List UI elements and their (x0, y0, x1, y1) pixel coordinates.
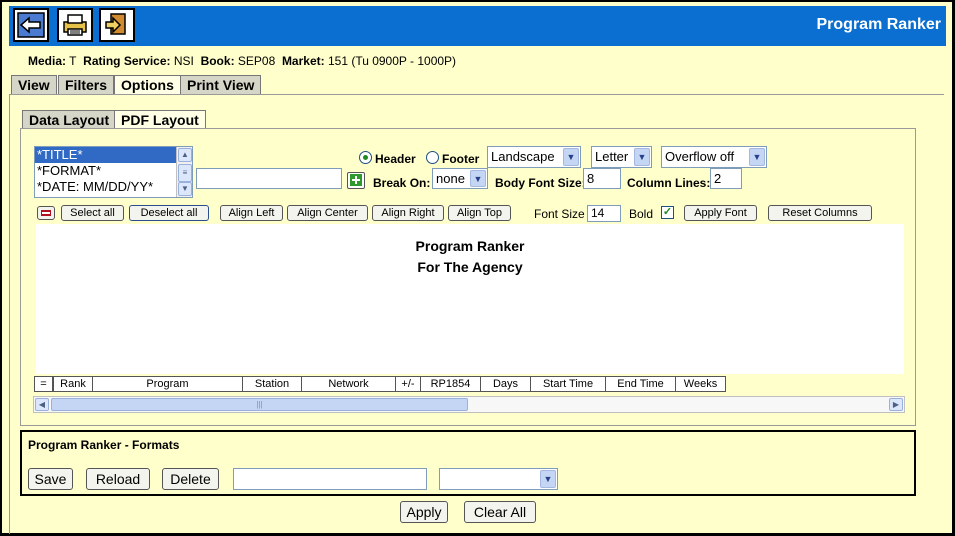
rating-value: NSI (173, 54, 194, 68)
orientation-value: Landscape (491, 149, 555, 164)
column-header[interactable]: Days (480, 376, 531, 392)
column-header[interactable]: = (34, 376, 53, 392)
align-left-button[interactable]: Align Left (220, 205, 283, 221)
back-arrow-icon[interactable] (13, 8, 49, 42)
book-value: SEP08 (237, 54, 276, 68)
horizontal-scrollbar[interactable]: ◀ ||| ▶ (33, 396, 905, 413)
field-text-input[interactable] (196, 168, 342, 189)
paper-select[interactable]: Letter ▼ (591, 146, 652, 168)
save-button[interactable]: Save (28, 468, 73, 490)
font-size-label: Font Size (534, 207, 585, 221)
tab-pdf-layout[interactable]: PDF Layout (114, 110, 206, 129)
overflow-select[interactable]: Overflow off ▼ (661, 146, 767, 168)
scroll-down-icon[interactable]: ▼ (178, 182, 192, 196)
list-item[interactable]: *FORMAT* (35, 163, 192, 179)
column-header[interactable]: End Time (605, 376, 676, 392)
break-on-label: Break On: (373, 176, 431, 190)
body-font-size-input[interactable]: 8 (583, 168, 621, 189)
bold-checkbox[interactable]: ✓ (661, 206, 674, 219)
overflow-value: Overflow off (665, 149, 735, 164)
body-font-size-label: Body Font Size: (495, 176, 586, 190)
tab-options[interactable]: Options (114, 75, 181, 94)
apply-font-button[interactable]: Apply Font (684, 205, 757, 221)
clear-all-button[interactable]: Clear All (464, 501, 536, 523)
column-header[interactable]: Program (92, 376, 243, 392)
list-scrollbar[interactable]: ▲ ≡ ▼ (176, 147, 192, 197)
formats-title: Program Ranker - Formats (28, 438, 180, 452)
formats-panel: Program Ranker - Formats Save Reload Del… (20, 430, 916, 496)
reset-columns-button[interactable]: Reset Columns (768, 205, 872, 221)
orientation-select[interactable]: Landscape ▼ (487, 146, 581, 168)
footer-radio[interactable] (426, 151, 439, 164)
align-top-button[interactable]: Align Top (448, 205, 511, 221)
market-label: Market: (281, 54, 325, 68)
report-meta: Media: T Rating Service: NSI Book: SEP08… (28, 54, 456, 68)
reload-button[interactable]: Reload (86, 468, 150, 490)
list-item[interactable]: *TITLE* (35, 147, 192, 163)
column-lines-input[interactable]: 2 (710, 168, 742, 189)
column-header[interactable]: Start Time (530, 376, 606, 392)
chevron-down-icon: ▼ (563, 148, 579, 166)
top-bar: Program Ranker (9, 6, 946, 46)
header-radio[interactable] (359, 151, 372, 164)
footer-label: Footer (442, 152, 480, 166)
scroll-thumb[interactable]: ≡ (178, 164, 192, 182)
export-icon[interactable] (99, 8, 135, 42)
chevron-down-icon: ▼ (634, 148, 650, 166)
preview-subtitle: For The Agency (417, 259, 523, 275)
break-on-select[interactable]: none ▼ (432, 168, 488, 189)
column-header[interactable]: Station (242, 376, 302, 392)
list-item[interactable]: *DATE: MM/DD/YY* (35, 179, 192, 195)
column-header[interactable]: Network (301, 376, 396, 392)
fields-listbox[interactable]: *TITLE* *FORMAT* *DATE: MM/DD/YY* ▲ ≡ ▼ (34, 146, 193, 198)
rating-label: Rating Service: (83, 54, 171, 68)
pdf-preview: Program Ranker For The Agency (36, 224, 904, 374)
align-right-button[interactable]: Align Right (372, 205, 444, 221)
column-header[interactable]: Weeks (675, 376, 726, 392)
format-select[interactable]: ▼ (439, 468, 558, 490)
printer-icon[interactable] (57, 8, 93, 42)
deselect-all-button[interactable]: Deselect all (129, 205, 209, 221)
chevron-down-icon: ▼ (540, 470, 556, 488)
column-header[interactable]: +/- (395, 376, 421, 392)
book-label: Book: (200, 54, 235, 68)
media-label: Media: (28, 54, 67, 68)
chevron-down-icon: ▼ (470, 170, 486, 187)
scroll-right-icon[interactable]: ▶ (889, 398, 903, 411)
paper-value: Letter (595, 149, 629, 164)
remove-column-icon[interactable] (37, 206, 55, 220)
tab-filters[interactable]: Filters (58, 75, 115, 94)
preview-title: Program Ranker (415, 238, 525, 254)
add-field-icon[interactable] (347, 172, 365, 189)
header-label: Header (375, 152, 416, 166)
font-size-input[interactable]: 14 (587, 205, 621, 222)
column-lines-label: Column Lines: (627, 176, 711, 190)
select-all-button[interactable]: Select all (61, 205, 124, 221)
media-value: T (69, 54, 77, 68)
tab-view[interactable]: View (11, 75, 57, 94)
column-header[interactable]: RP1854 (420, 376, 481, 392)
align-center-button[interactable]: Align Center (287, 205, 368, 221)
scroll-left-icon[interactable]: ◀ (35, 398, 49, 411)
scroll-thumb[interactable]: ||| (51, 398, 468, 411)
app-title: Program Ranker (816, 16, 942, 33)
chevron-down-icon: ▼ (749, 148, 765, 166)
column-header[interactable]: Rank (53, 376, 93, 392)
delete-button[interactable]: Delete (162, 468, 219, 490)
tab-data-layout[interactable]: Data Layout (22, 110, 117, 129)
scroll-up-icon[interactable]: ▲ (178, 148, 192, 162)
apply-button[interactable]: Apply (400, 501, 448, 523)
break-on-value: none (436, 171, 465, 186)
market-value: 151 (Tu 0900P - 1000P) (327, 54, 457, 68)
format-name-input[interactable] (233, 468, 427, 490)
tab-print-view[interactable]: Print View (180, 75, 262, 94)
bold-label: Bold (629, 207, 654, 221)
